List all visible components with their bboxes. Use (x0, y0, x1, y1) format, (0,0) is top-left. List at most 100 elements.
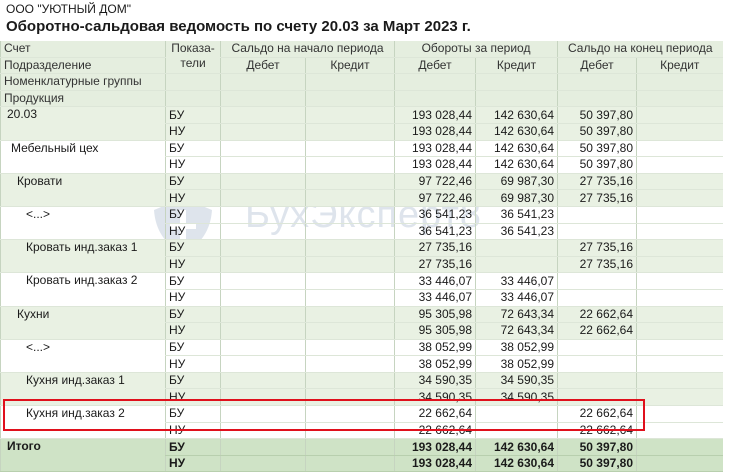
indicator-nu: НУ (165, 256, 221, 274)
closing-debit-cell (557, 272, 637, 290)
table-row[interactable]: Мебельный цех БУ 193 028,44 142 630,64 50 39… (0, 140, 723, 174)
turnover-credit-cell: 142 630,64 (474, 123, 558, 141)
header-closing-balance: Сальдо на конец периода (557, 41, 723, 58)
opening-credit-cell (305, 455, 395, 473)
opening-debit-cell (220, 256, 306, 274)
row-name: Кровать инд.заказ 1 (0, 239, 166, 274)
indicator-nu: НУ (165, 455, 221, 473)
closing-credit-cell (636, 239, 723, 257)
opening-credit-cell (305, 339, 395, 357)
table-row[interactable]: 20.03 БУ 193 028,44 142 630,64 50 397,80 (0, 106, 723, 141)
turnover-debit-cell: 33 446,07 (394, 272, 476, 290)
opening-credit-cell (305, 405, 395, 423)
table-header: Счет Показа- тели Сальдо на начало перио… (0, 41, 723, 108)
table-row[interactable]: Кровать инд.заказ 2 БУ 33 446,07 33 446,07 (0, 272, 723, 307)
opening-debit-cell (220, 140, 306, 158)
indicator-nu: НУ (165, 388, 221, 407)
table-row[interactable]: Кухни БУ 95 305,98 72 643,34 22 662,64 (0, 306, 723, 340)
opening-credit-cell (305, 322, 395, 340)
closing-debit-cell (557, 223, 637, 241)
opening-debit-cell (220, 272, 306, 290)
table-row[interactable]: <...> БУ 38 052,99 38 052,99 (0, 339, 723, 373)
indicator-bu: БУ (165, 140, 221, 158)
header-department: Подразделение (0, 57, 166, 75)
turnover-debit-cell: 34 590,35 (394, 372, 476, 390)
closing-credit-cell (636, 256, 723, 274)
closing-credit-cell (636, 223, 723, 241)
turnover-credit-cell: 142 630,64 (474, 156, 558, 174)
indicator-bu: БУ (165, 106, 221, 124)
opening-credit-cell (305, 355, 395, 373)
closing-debit-cell: 50 397,80 (557, 455, 637, 473)
turnover-debit-cell: 193 028,44 (394, 156, 476, 174)
turnover-debit-cell: 193 028,44 (394, 140, 476, 158)
turnover-credit-cell: 142 630,64 (474, 438, 558, 456)
closing-debit-cell: 27 735,16 (557, 239, 637, 257)
header-account: Счет (0, 41, 166, 58)
row-name: <...> (0, 339, 166, 373)
row-name: Кухня инд.заказ 1 (0, 372, 166, 407)
opening-debit-cell (220, 189, 306, 207)
row-name: Кровати (0, 173, 166, 207)
turnover-credit-cell: 36 541,23 (474, 223, 558, 241)
closing-credit-cell (636, 206, 723, 224)
closing-debit-cell (557, 206, 637, 224)
turnover-credit-cell: 69 987,30 (474, 173, 558, 191)
closing-debit-cell: 27 735,16 (557, 173, 637, 191)
opening-credit-cell (305, 372, 395, 390)
turnover-credit-cell (474, 256, 558, 274)
opening-credit-cell (305, 388, 395, 407)
table-row[interactable]: Кровати БУ 97 722,46 69 987,30 27 735,16 (0, 173, 723, 207)
opening-credit-cell (305, 106, 395, 124)
opening-debit-cell (220, 355, 306, 373)
total-row[interactable]: Итого БУ 193 028,44 142 630,64 50 397,80 (0, 438, 723, 473)
turnover-debit-cell: 193 028,44 (394, 438, 476, 456)
opening-debit-cell (220, 123, 306, 141)
balance-sheet-table: Счет Показа- тели Сальдо на начало перио… (0, 41, 723, 473)
opening-debit-cell (220, 322, 306, 340)
turnover-debit-cell: 22 662,64 (394, 422, 476, 440)
opening-debit-cell (220, 422, 306, 440)
table-row[interactable]: <...> БУ 36 541,23 36 541,23 (0, 206, 723, 241)
header-closing-credit: Кредит (636, 57, 723, 75)
turnover-debit-cell: 33 446,07 (394, 289, 476, 307)
closing-debit-cell: 22 662,64 (557, 322, 637, 340)
table-row[interactable]: Кровать инд.заказ 1 БУ 27 735,16 27 735,16 (0, 239, 723, 274)
closing-credit-cell (636, 388, 723, 407)
header-products: Продукция (0, 90, 166, 108)
turnover-debit-cell: 34 590,35 (394, 388, 476, 407)
row-name: Кухни (0, 306, 166, 340)
opening-debit-cell (220, 438, 306, 456)
header-opening-debit: Дебет (220, 57, 306, 75)
opening-debit-cell (220, 239, 306, 257)
closing-debit-cell: 50 397,80 (557, 438, 637, 456)
closing-credit-cell (636, 455, 723, 473)
table-body: 20.03 БУ 193 028,44 142 630,64 50 397,80 НУ 19… (0, 106, 723, 473)
opening-debit-cell (220, 223, 306, 241)
table-row[interactable]: Кухня инд.заказ 2 БУ 22 662,64 22 662,64 (0, 405, 723, 440)
row-name: Кухня инд.заказ 2 (0, 405, 166, 440)
opening-credit-cell (305, 239, 395, 257)
opening-credit-cell (305, 438, 395, 456)
indicator-bu: БУ (165, 339, 221, 357)
opening-credit-cell (305, 156, 395, 174)
turnover-credit-cell (474, 405, 558, 423)
turnover-credit-cell: 36 541,23 (474, 206, 558, 224)
turnover-credit-cell: 34 590,35 (474, 372, 558, 390)
closing-credit-cell (636, 405, 723, 423)
turnover-debit-cell: 193 028,44 (394, 455, 476, 473)
turnover-credit-cell (474, 239, 558, 257)
company-name: ООО "УЮТНЫЙ ДОМ" (6, 2, 131, 16)
indicator-nu: НУ (165, 189, 221, 207)
row-name: Кровать инд.заказ 2 (0, 272, 166, 307)
opening-debit-cell (220, 106, 306, 124)
turnover-debit-cell: 27 735,16 (394, 256, 476, 274)
indicator-nu: НУ (165, 289, 221, 307)
closing-credit-cell (636, 306, 723, 324)
turnover-credit-cell: 69 987,30 (474, 189, 558, 207)
table-row[interactable]: Кухня инд.заказ 1 БУ 34 590,35 34 590,35 (0, 372, 723, 407)
closing-credit-cell (636, 189, 723, 207)
opening-credit-cell (305, 256, 395, 274)
row-name: <...> (0, 206, 166, 241)
indicator-bu: БУ (165, 206, 221, 224)
